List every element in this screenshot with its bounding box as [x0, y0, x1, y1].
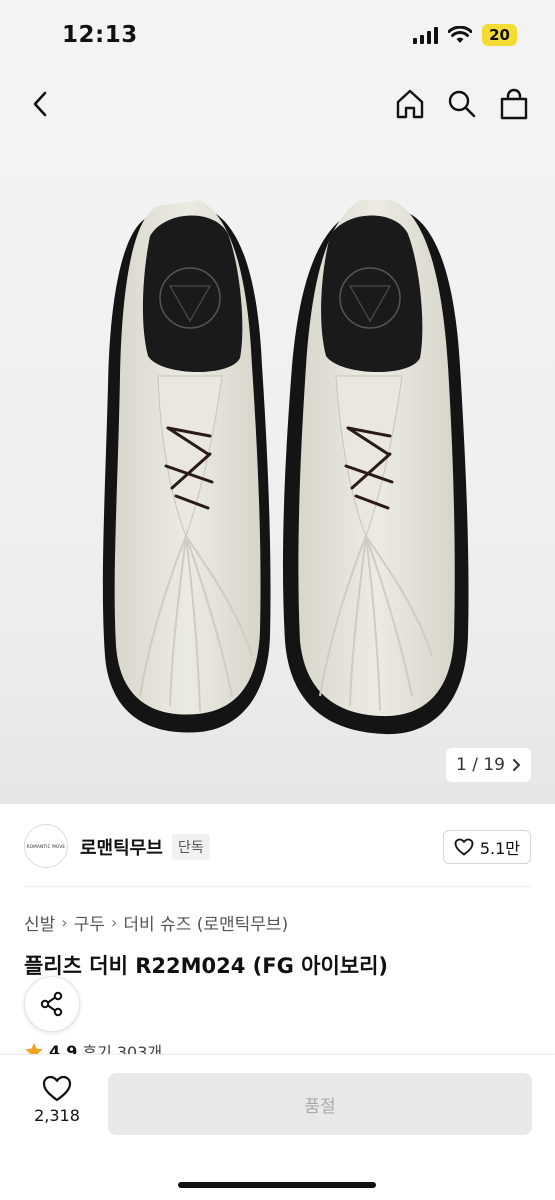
breadcrumb-item[interactable]: 신발 — [24, 910, 55, 935]
battery-indicator: 20 — [482, 24, 517, 46]
wishlist-button[interactable]: 2,318 — [28, 1075, 86, 1125]
share-button[interactable] — [24, 976, 80, 1032]
left-shoe — [102, 200, 271, 733]
product-detail-screen: 12:13 20 1 / 19 ROMANTIC MOVE 로맨틱무브 단독 5… — [0, 0, 555, 1200]
status-time: 12:13 — [62, 22, 138, 48]
brand-row: ROMANTIC MOVE 로맨틱무브 단독 5.1만 — [0, 804, 555, 886]
home-indicator — [178, 1182, 376, 1188]
breadcrumb-item[interactable]: 더비 슈즈 (로맨틱무브) — [123, 910, 288, 935]
chevron-right-icon: › — [110, 913, 118, 932]
brand-logo-text: ROMANTIC MOVE — [26, 843, 66, 849]
chevron-right-icon: › — [61, 913, 68, 932]
brand-name[interactable]: 로맨틱무브 — [80, 834, 163, 860]
breadcrumb: 신발 › 구두 › 더비 슈즈 (로맨틱무브) — [24, 910, 288, 935]
brand-logo[interactable]: ROMANTIC MOVE — [24, 824, 68, 868]
back-icon — [33, 91, 47, 117]
brand-like-button[interactable]: 5.1만 — [442, 830, 531, 864]
bottom-action-bar: 2,318 품절 — [0, 1054, 555, 1200]
wishlist-count: 2,318 — [34, 1106, 80, 1125]
search-icon — [448, 90, 476, 118]
product-title: 플리츠 더비 R22M024 (FG 아이보리) — [24, 954, 389, 978]
product-photo — [102, 200, 469, 735]
divider — [24, 886, 531, 887]
back-button[interactable] — [22, 86, 58, 122]
cart-button[interactable] — [494, 84, 534, 124]
home-button[interactable] — [390, 84, 430, 124]
breadcrumb-item[interactable]: 구두 — [74, 910, 105, 935]
brand-like-count: 5.1만 — [479, 839, 520, 858]
status-bar: 12:13 20 — [0, 0, 555, 74]
signal-icon — [413, 26, 439, 44]
search-button[interactable] — [442, 84, 482, 124]
image-counter-text: 1 / 19 — [456, 755, 505, 775]
home-icon — [396, 89, 424, 119]
share-icon — [40, 991, 63, 1017]
wifi-icon — [448, 26, 473, 43]
heart-icon — [454, 838, 474, 856]
shopping-bag-icon — [500, 88, 528, 120]
chevron-right-icon — [513, 759, 520, 771]
product-image-gallery[interactable]: 1 / 19 — [0, 136, 555, 804]
right-shoe — [282, 200, 469, 735]
sold-out-button[interactable]: 품절 — [108, 1073, 532, 1135]
status-icons: 20 — [413, 24, 517, 46]
exclusive-badge: 단독 — [172, 834, 210, 860]
image-counter[interactable]: 1 / 19 — [446, 748, 531, 782]
heart-icon — [42, 1075, 72, 1102]
top-nav — [0, 74, 555, 136]
